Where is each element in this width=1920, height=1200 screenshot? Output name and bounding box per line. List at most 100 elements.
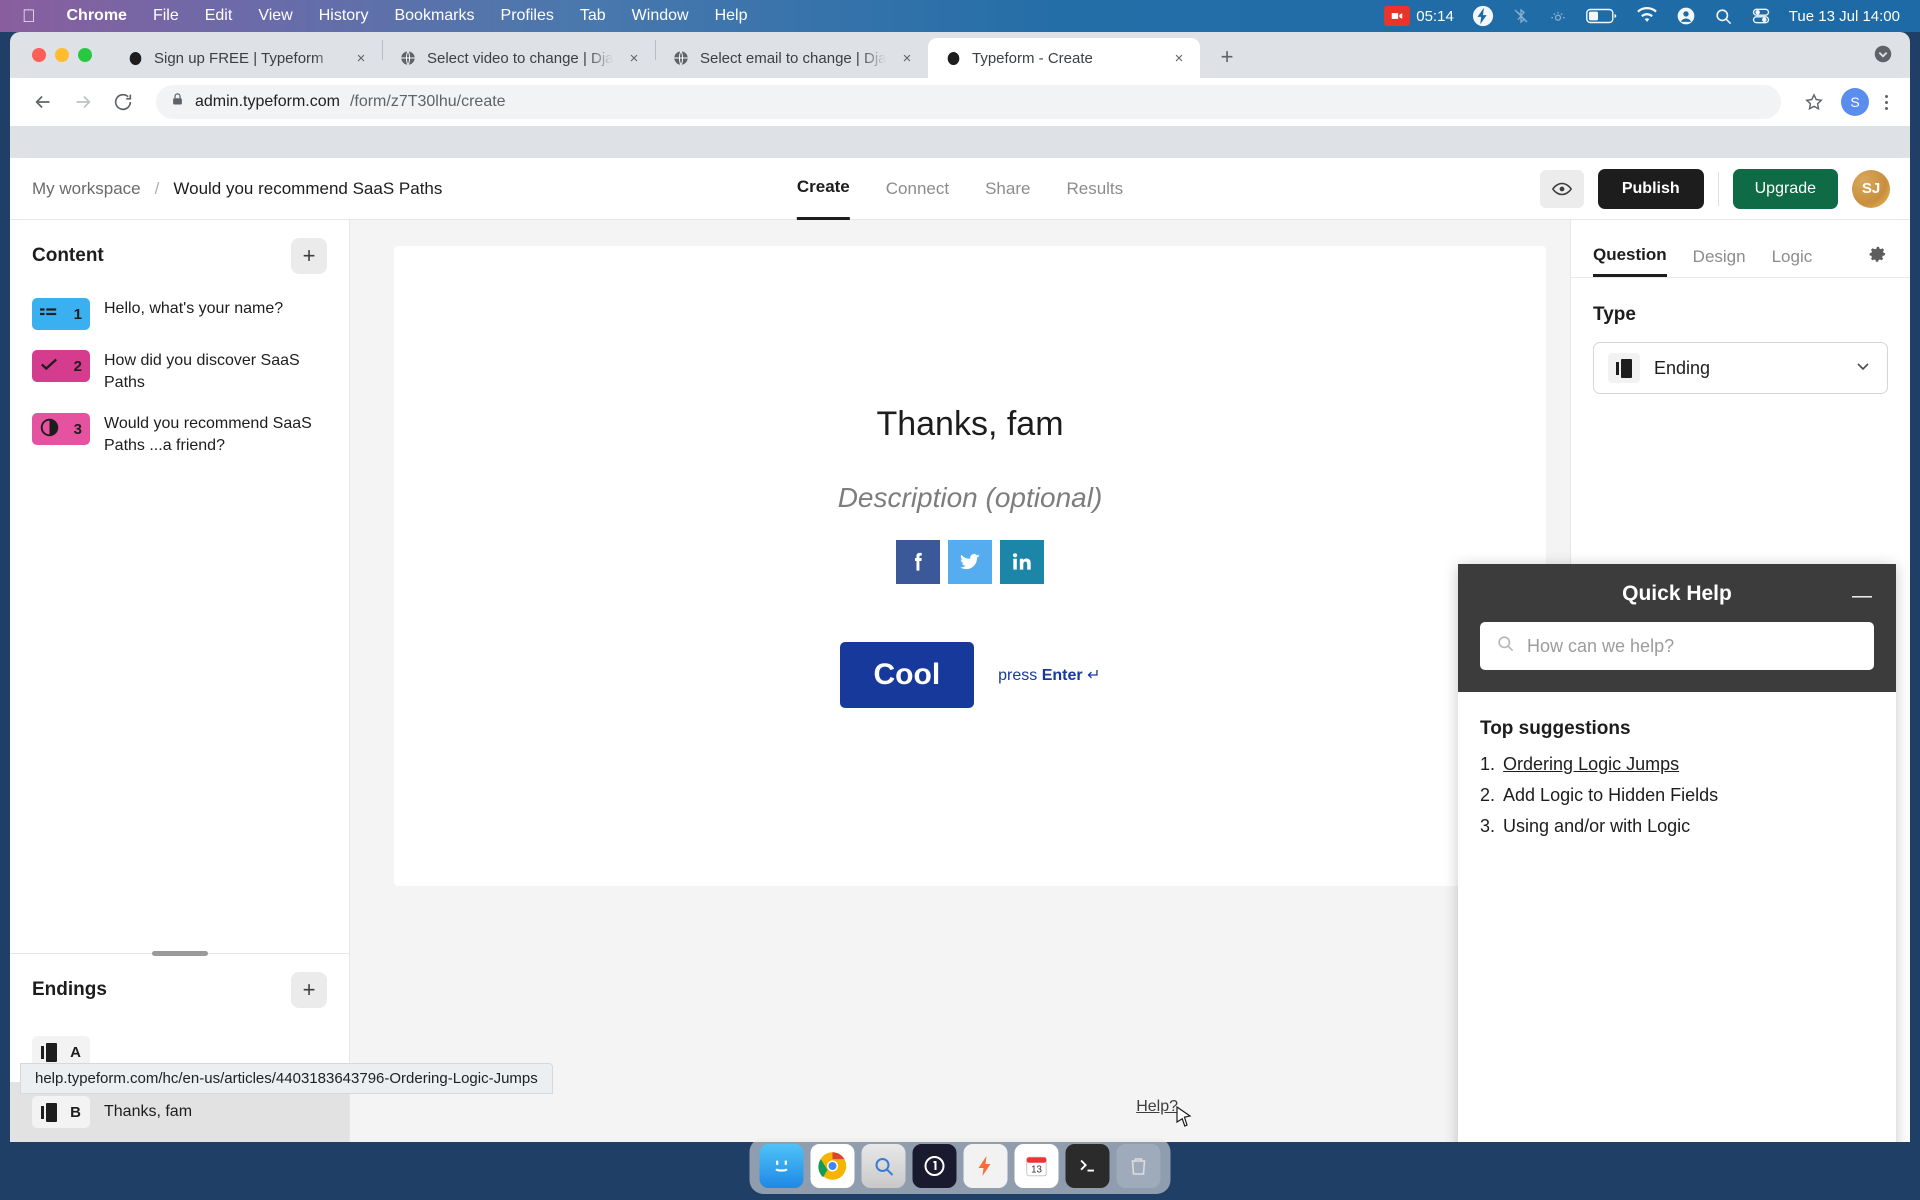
cool-button[interactable]: Cool: [839, 641, 975, 708]
menu-item-profiles[interactable]: Profiles: [488, 7, 567, 25]
menu-item-tab[interactable]: Tab: [567, 7, 619, 25]
ending-letter: B: [70, 1103, 81, 1121]
url-path: /form/z7T30lhu/create: [349, 93, 506, 110]
account-icon[interactable]: [1676, 6, 1696, 26]
facebook-icon[interactable]: [896, 539, 940, 584]
twitter-icon[interactable]: [948, 539, 992, 584]
questions-list: 1 Hello, what's your name? 2 How did you…: [10, 288, 349, 949]
eye-icon[interactable]: [1539, 169, 1584, 208]
menu-bar-clock[interactable]: Tue 13 Jul 14:00: [1789, 8, 1900, 25]
apple-icon[interactable]: : [22, 7, 36, 25]
close-window-button[interactable]: [32, 48, 46, 62]
multiple-choice-icon: [40, 356, 58, 376]
chrome-profile-avatar[interactable]: S: [1841, 88, 1869, 116]
close-tab-button[interactable]: ×: [623, 47, 645, 69]
breadcrumb-workspace[interactable]: My workspace: [32, 179, 141, 199]
list-item[interactable]: 3 Would you recommend SaaS Paths ...a fr…: [10, 403, 349, 466]
menu-item-window[interactable]: Window: [619, 7, 702, 25]
tab-search-chevron-icon[interactable]: [1872, 43, 1894, 70]
search-icon: [1496, 634, 1515, 658]
kebab-menu-icon[interactable]: [1879, 94, 1894, 110]
tab-question[interactable]: Question: [1593, 236, 1667, 277]
trash-icon[interactable]: [1116, 1144, 1161, 1188]
list-item[interactable]: 2 How did you discover SaaS Paths: [10, 340, 349, 403]
calendar-icon[interactable]: 13: [1014, 1144, 1059, 1188]
zap-icon[interactable]: [963, 1144, 1008, 1188]
quick-help-search[interactable]: How can we help?: [1480, 622, 1874, 670]
browser-tab-3[interactable]: Select email to change | Djang ×: [656, 38, 928, 78]
upgrade-button[interactable]: Upgrade: [1732, 168, 1838, 209]
bolt-icon[interactable]: [1472, 5, 1494, 27]
menu-item-file[interactable]: File: [140, 7, 192, 25]
chevron-down-icon[interactable]: [1853, 356, 1873, 381]
suggestions-list: Ordering Logic Jumps Add Logic to Hidden…: [1480, 754, 1874, 837]
minimize-window-button[interactable]: [55, 48, 69, 62]
suggestion-item-2[interactable]: Add Logic to Hidden Fields: [1480, 785, 1874, 806]
reload-icon[interactable]: [106, 85, 140, 119]
avatar[interactable]: SJ: [1852, 169, 1890, 208]
url-domain: admin.typeform.com: [195, 93, 340, 110]
bluetooth-off-icon[interactable]: [1512, 6, 1530, 26]
minimize-quick-help-button[interactable]: —: [1852, 586, 1872, 606]
ending-title-text[interactable]: Thanks, fam: [876, 405, 1063, 444]
menu-item-help[interactable]: Help: [702, 7, 761, 25]
type-select[interactable]: Ending: [1593, 342, 1888, 394]
close-tab-button[interactable]: ×: [896, 47, 918, 69]
tab-share[interactable]: Share: [985, 158, 1030, 220]
onepassword-icon[interactable]: [912, 1144, 957, 1188]
preview-icon[interactable]: [861, 1144, 906, 1188]
new-tab-button[interactable]: +: [1210, 40, 1244, 74]
help-link[interactable]: Help?: [1136, 1098, 1178, 1116]
browser-tab-1[interactable]: Sign up FREE | Typeform ×: [110, 38, 382, 78]
tab-title: Select email to change | Djang: [700, 49, 886, 67]
maximize-window-button[interactable]: [78, 48, 92, 62]
list-item[interactable]: 1 Hello, what's your name?: [10, 288, 349, 340]
menu-item-history[interactable]: History: [306, 7, 382, 25]
terminal-icon[interactable]: [1065, 1144, 1110, 1188]
tab-logic[interactable]: Logic: [1772, 236, 1813, 277]
linkedin-icon[interactable]: [1000, 539, 1044, 584]
tab-connect[interactable]: Connect: [886, 158, 949, 220]
suggestion-item-1[interactable]: Ordering Logic Jumps: [1480, 754, 1874, 775]
tab-title: Typeform - Create: [972, 49, 1093, 67]
tab-list-area: [1872, 43, 1910, 78]
battery-icon[interactable]: [1585, 8, 1618, 24]
star-icon[interactable]: [1797, 85, 1831, 119]
ending-description-placeholder[interactable]: Description (optional): [838, 482, 1103, 514]
address-bar[interactable]: admin.typeform.com/form/z7T30lhu/create: [156, 85, 1781, 119]
add-ending-button[interactable]: +: [291, 972, 327, 1008]
menu-item-view[interactable]: View: [245, 7, 305, 25]
content-section-header: Content +: [10, 220, 349, 288]
menu-item-chrome[interactable]: Chrome: [54, 7, 140, 25]
gear-icon[interactable]: [1867, 246, 1888, 267]
tab-create[interactable]: Create: [796, 158, 850, 220]
search-icon[interactable]: [1714, 7, 1733, 26]
browser-tab-2[interactable]: Select video to change | Djang ×: [383, 38, 655, 78]
typeform-icon: [944, 49, 962, 67]
short-text-icon: [40, 305, 58, 323]
close-tab-button[interactable]: ×: [350, 47, 372, 69]
tab-design[interactable]: Design: [1693, 236, 1746, 277]
back-arrow-icon[interactable]: [26, 85, 60, 119]
forward-arrow-icon[interactable]: [66, 85, 100, 119]
browser-tab-4-active[interactable]: Typeform - Create ×: [928, 38, 1200, 78]
sidebar-splitter[interactable]: [10, 951, 349, 956]
menu-item-bookmarks[interactable]: Bookmarks: [381, 7, 487, 25]
tab-results[interactable]: Results: [1066, 158, 1123, 220]
breadcrumb-form-name[interactable]: Would you recommend SaaS Paths: [173, 179, 442, 199]
form-canvas: Thanks, fam Description (optional) Cool …: [350, 220, 1570, 1142]
suggestion-item-3[interactable]: Using and/or with Logic: [1480, 816, 1874, 837]
control-center-icon[interactable]: [1751, 6, 1771, 26]
finder-icon[interactable]: [759, 1144, 804, 1188]
drag-handle[interactable]: [151, 951, 208, 956]
window-controls[interactable]: [22, 32, 110, 78]
close-tab-button[interactable]: ×: [1168, 47, 1190, 69]
add-content-button[interactable]: +: [291, 238, 327, 274]
menu-item-edit[interactable]: Edit: [192, 7, 246, 25]
right-panel-body: Type Ending: [1571, 278, 1910, 420]
brightness-icon[interactable]: [1548, 6, 1568, 26]
publish-button[interactable]: Publish: [1597, 168, 1704, 209]
screen-recording-indicator[interactable]: 05:14: [1384, 6, 1454, 26]
chrome-icon[interactable]: [810, 1144, 855, 1188]
wifi-icon[interactable]: [1636, 7, 1658, 25]
